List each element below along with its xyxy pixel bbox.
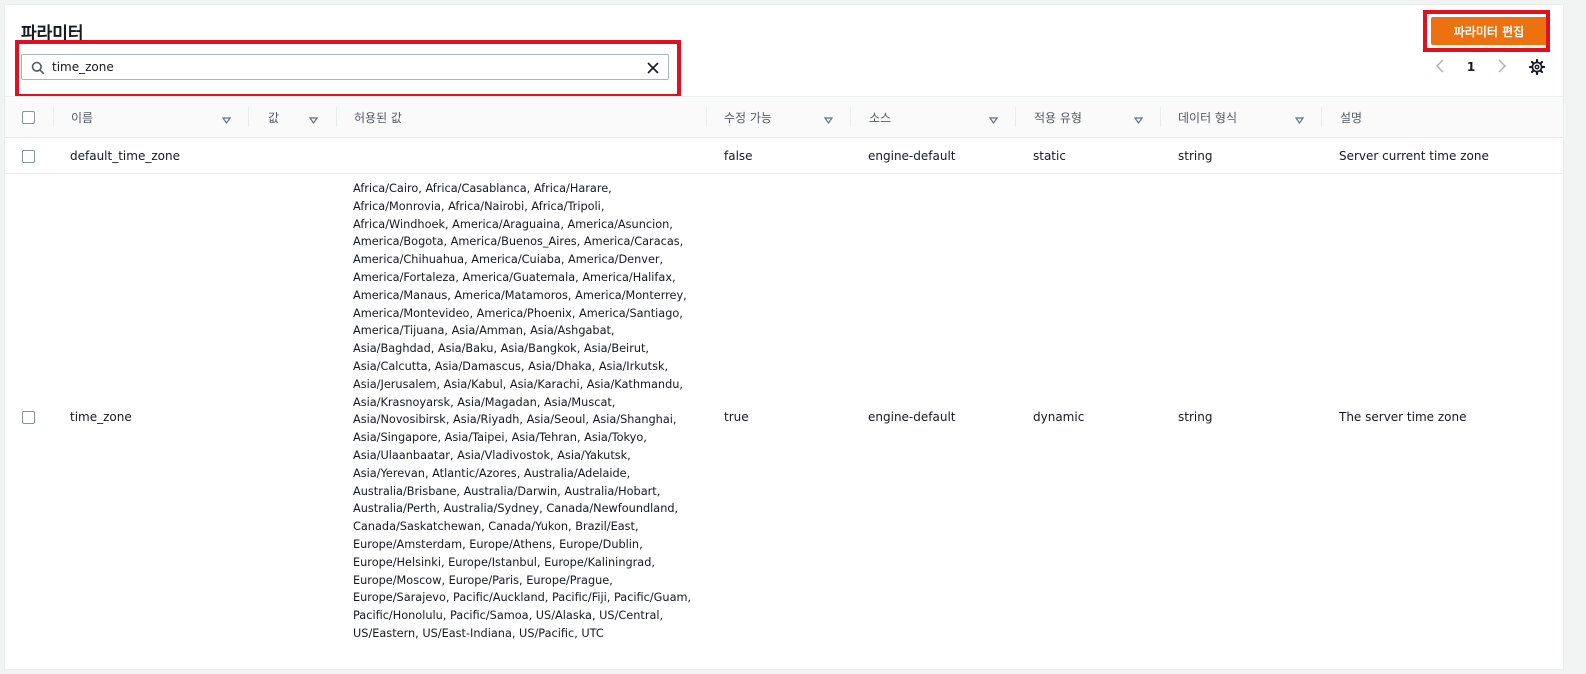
parameters-panel: 파라미터 파라미터 편집 1 bbox=[4, 4, 1564, 670]
column-header-label: 적용 유형 bbox=[1034, 110, 1082, 125]
parameter-description: The server time zone bbox=[1339, 410, 1467, 424]
column-header-allowed-values: 허용된 값 bbox=[354, 97, 694, 137]
parameter-modifiable: false bbox=[724, 149, 753, 163]
close-icon[interactable] bbox=[646, 60, 660, 79]
row-checkbox[interactable] bbox=[22, 150, 35, 163]
chevron-right-icon[interactable] bbox=[1497, 58, 1507, 77]
column-header-label: 허용된 값 bbox=[354, 110, 402, 125]
edit-parameters-button[interactable]: 파라미터 편집 bbox=[1431, 17, 1547, 45]
current-page[interactable]: 1 bbox=[1467, 60, 1475, 74]
table-row: default_time_zone false engine-default s… bbox=[5, 138, 1563, 174]
column-header-label: 수정 가능 bbox=[724, 110, 772, 125]
column-divider bbox=[1015, 107, 1016, 127]
gear-icon[interactable] bbox=[1528, 58, 1546, 79]
column-header-source[interactable]: 소스 bbox=[869, 97, 1009, 137]
column-header-label: 데이터 형식 bbox=[1178, 110, 1238, 125]
parameter-data-type: string bbox=[1178, 410, 1213, 424]
column-divider bbox=[850, 107, 851, 127]
caret-down-icon[interactable] bbox=[1294, 113, 1305, 127]
caret-down-icon[interactable] bbox=[221, 113, 232, 127]
caret-down-icon[interactable] bbox=[308, 113, 319, 127]
column-header-description: 설명 bbox=[1340, 97, 1540, 137]
table-row: time_zone Africa/Cairo, Africa/Casablanc… bbox=[5, 174, 1563, 669]
parameter-allowed-values: Africa/Cairo, Africa/Casablanca, Africa/… bbox=[353, 182, 692, 640]
column-header-modifiable[interactable]: 수정 가능 bbox=[724, 97, 844, 137]
column-header-apply-type[interactable]: 적용 유형 bbox=[1034, 97, 1154, 137]
column-divider bbox=[336, 107, 337, 127]
search-input[interactable] bbox=[52, 57, 632, 77]
table-header: 이름 값 허용된 값 수정 가능 소스 적용 유형 데이터 형식 설명 bbox=[5, 96, 1563, 138]
caret-down-icon[interactable] bbox=[988, 113, 999, 127]
select-all-checkbox[interactable] bbox=[22, 111, 35, 124]
column-header-label: 이름 bbox=[71, 110, 94, 125]
column-header-label: 설명 bbox=[1340, 110, 1363, 125]
parameter-source: engine-default bbox=[868, 149, 956, 163]
pagination: 1 bbox=[1435, 57, 1507, 77]
column-header-label: 소스 bbox=[869, 110, 892, 125]
parameter-name: time_zone bbox=[70, 410, 132, 424]
chevron-left-icon[interactable] bbox=[1435, 58, 1445, 77]
column-header-data-type[interactable]: 데이터 형식 bbox=[1178, 97, 1308, 137]
caret-down-icon[interactable] bbox=[823, 113, 834, 127]
column-divider bbox=[706, 107, 707, 127]
search-icon bbox=[31, 60, 45, 79]
parameter-source: engine-default bbox=[868, 410, 956, 424]
column-divider bbox=[248, 107, 249, 127]
parameter-data-type: string bbox=[1178, 149, 1213, 163]
column-divider bbox=[1321, 107, 1322, 127]
column-header-label: 값 bbox=[268, 110, 280, 125]
parameter-modifiable: true bbox=[724, 410, 749, 424]
column-header-name[interactable]: 이름 bbox=[71, 97, 246, 137]
caret-down-icon[interactable] bbox=[1133, 113, 1144, 127]
parameter-name: default_time_zone bbox=[70, 149, 180, 163]
column-divider bbox=[1160, 107, 1161, 127]
parameter-description: Server current time zone bbox=[1339, 149, 1489, 163]
search-field bbox=[21, 54, 669, 80]
column-divider bbox=[53, 107, 54, 127]
parameter-apply-type: dynamic bbox=[1033, 410, 1085, 424]
row-checkbox[interactable] bbox=[22, 411, 35, 424]
column-header-value[interactable]: 값 bbox=[268, 97, 328, 137]
page-title: 파라미터 bbox=[21, 24, 84, 44]
parameter-apply-type: static bbox=[1033, 149, 1066, 163]
